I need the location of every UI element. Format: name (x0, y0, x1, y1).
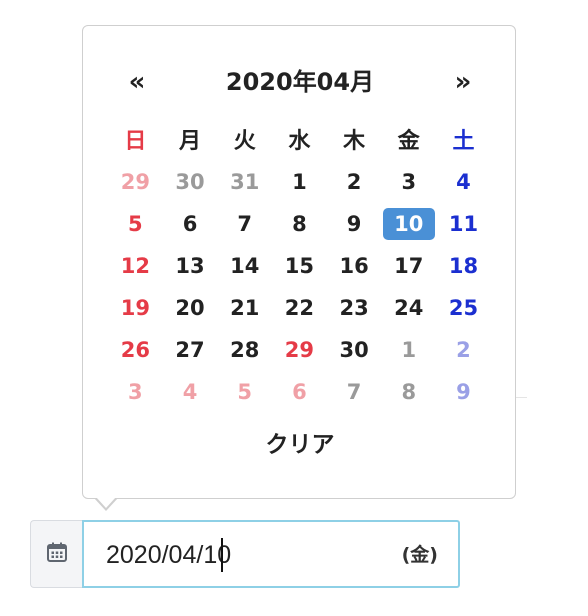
next-month-button[interactable]: » (443, 62, 483, 102)
calendar-day[interactable]: 28 (217, 329, 272, 371)
date-input[interactable]: 2020/04/10 (金) (82, 520, 460, 588)
calendar-week-row: 3 4 5 6 7 8 9 (108, 371, 491, 413)
date-input-value: 2020/04/10 (106, 541, 232, 569)
background-divider (515, 397, 527, 398)
calendar-day[interactable]: 7 (217, 203, 272, 245)
previous-month-button[interactable]: « (117, 62, 157, 102)
calendar-week-row: 26 27 28 29 30 1 2 (108, 329, 491, 371)
weekday-sunday: 日 (124, 129, 147, 154)
calendar-day[interactable]: 1 (272, 161, 327, 203)
weekday-wednesday: 水 (288, 129, 311, 154)
calendar-day[interactable]: 18 (436, 245, 491, 287)
selected-day-highlight: 10 (382, 208, 435, 240)
calendar-week-row: 12 13 14 15 16 17 18 (108, 245, 491, 287)
calendar-day[interactable]: 11 (436, 203, 491, 245)
calendar-day[interactable]: 15 (272, 245, 327, 287)
calendar-day[interactable]: 7 (327, 371, 382, 413)
calendar-addon-button[interactable] (30, 520, 82, 588)
calendar-day[interactable]: 31 (217, 161, 272, 203)
calendar-day[interactable]: 2 (436, 329, 491, 371)
calendar-day[interactable]: 26 (108, 329, 163, 371)
calendar-day[interactable]: 5 (217, 371, 272, 413)
date-input-group: 2020/04/10 (金) (30, 520, 460, 588)
calendar-day[interactable]: 22 (272, 287, 327, 329)
calendar-day[interactable]: 16 (327, 245, 382, 287)
calendar-day[interactable]: 6 (163, 203, 218, 245)
calendar-day[interactable]: 27 (163, 329, 218, 371)
weekday-thursday: 木 (343, 129, 366, 154)
calendar-week-row: 19 20 21 22 23 24 25 (108, 287, 491, 329)
calendar-day[interactable]: 8 (381, 371, 436, 413)
weekday-monday: 月 (179, 129, 202, 154)
calendar-day[interactable]: 6 (272, 371, 327, 413)
calendar-day[interactable]: 3 (381, 161, 436, 203)
calendar-week-row: 5 6 7 8 9 10 11 (108, 203, 491, 245)
calendar-day[interactable]: 8 (272, 203, 327, 245)
calendar-day[interactable]: 9 (436, 371, 491, 413)
calendar-day[interactable]: 4 (163, 371, 218, 413)
datepicker-stage: « 2020年04月 » 日 月 火 水 木 金 土 29 30 31 1 2 … (0, 0, 588, 616)
weekday-tuesday: 火 (233, 129, 256, 154)
clear-button[interactable]: クリア (200, 425, 400, 465)
calendar-day[interactable]: 1 (381, 329, 436, 371)
weekday-friday: 金 (397, 129, 420, 154)
calendar-day-holiday[interactable]: 29 (272, 329, 327, 371)
calendar-day[interactable]: 24 (381, 287, 436, 329)
calendar-day[interactable]: 9 (327, 203, 382, 245)
calendar-day[interactable]: 23 (327, 287, 382, 329)
calendar-day[interactable]: 4 (436, 161, 491, 203)
weekday-suffix: (金) (401, 544, 438, 566)
weekday-saturday: 土 (452, 129, 475, 154)
calendar-day[interactable]: 19 (108, 287, 163, 329)
calendar-day[interactable]: 30 (327, 329, 382, 371)
calendar-day[interactable]: 17 (381, 245, 436, 287)
calendar-day[interactable]: 12 (108, 245, 163, 287)
calendar-day[interactable]: 2 (327, 161, 382, 203)
calendar-day[interactable]: 29 (108, 161, 163, 203)
calendar-day[interactable]: 5 (108, 203, 163, 245)
calendar-day[interactable]: 3 (108, 371, 163, 413)
weekday-header-row: 日 月 火 水 木 金 土 (108, 117, 491, 161)
calendar-day[interactable]: 25 (436, 287, 491, 329)
calendar-day[interactable]: 20 (163, 287, 218, 329)
text-caret (221, 538, 223, 572)
calendar-grid: 日 月 火 水 木 金 土 29 30 31 1 2 3 4 5 6 7 8 9… (108, 117, 491, 413)
calendar-day[interactable]: 13 (163, 245, 218, 287)
calendar-day[interactable]: 14 (217, 245, 272, 287)
calendar-day-selected[interactable]: 10 (381, 203, 436, 245)
popover-arrow-inner (96, 497, 116, 508)
calendar-icon (46, 541, 68, 567)
month-title: 2020年04月 (225, 68, 375, 96)
calendar-day[interactable]: 21 (217, 287, 272, 329)
calendar-day[interactable]: 30 (163, 161, 218, 203)
calendar-week-row: 29 30 31 1 2 3 4 (108, 161, 491, 203)
